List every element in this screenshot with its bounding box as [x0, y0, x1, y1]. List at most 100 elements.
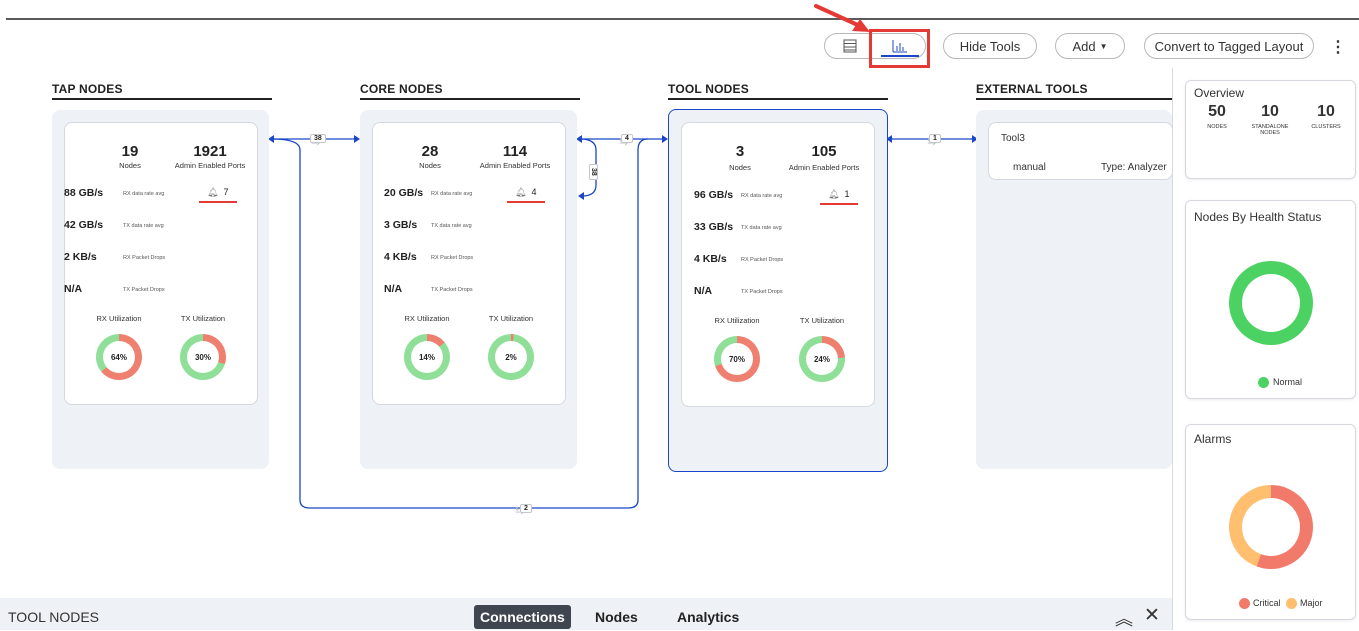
tab-analytics[interactable]: Analytics: [677, 605, 739, 629]
ports-count: 114: [502, 143, 528, 160]
nodes-label: Nodes: [119, 161, 141, 170]
overview-standalone-value: 10: [1261, 103, 1279, 120]
tx-util-value: 2%: [495, 341, 527, 373]
rx-util-label: RX Utilization: [714, 316, 760, 325]
edge-count-badge: 38: [310, 134, 326, 143]
side-panel-divider: [1172, 68, 1173, 630]
overview-card: Overview 50 NODES 10 STANDALONE NODES 10…: [1185, 80, 1356, 179]
bell-icon: 🔔︎: [207, 187, 219, 197]
tx-rate-value: 33 GB/s: [694, 221, 734, 233]
health-donut-hole: [1242, 274, 1300, 332]
nodes-count: 19: [121, 143, 139, 160]
nodes-count: 3: [735, 143, 745, 160]
alarm-count[interactable]: 🔔︎ 7: [207, 187, 228, 198]
ports-label: Admin Enabled Ports: [479, 161, 551, 170]
tool-nodes-card[interactable]: 3 Nodes 105 Admin Enabled Ports 96 GB/s …: [681, 122, 875, 407]
rx-rate-label: RX data rate avg: [431, 191, 473, 197]
tx-util-donut: 2%: [488, 334, 534, 380]
nodes-count: 28: [421, 143, 439, 160]
edge-count-badge: 1: [929, 134, 941, 143]
tab-connections[interactable]: Connections: [474, 605, 571, 629]
alarm-value: 7: [223, 187, 229, 197]
core-nodes-card[interactable]: 28 Nodes 114 Admin Enabled Ports 20 GB/s…: [372, 122, 566, 405]
tx-drops-value: N/A: [694, 285, 713, 297]
rx-rate-label: RX data rate avg: [123, 191, 165, 197]
alarms-title: Alarms: [1194, 432, 1232, 446]
tx-util-label: TX Utilization: [799, 316, 845, 325]
expand-up-icon[interactable]: ︽: [1115, 605, 1133, 631]
rx-rate-value: 20 GB/s: [384, 187, 424, 199]
rx-util-label: RX Utilization: [404, 314, 450, 323]
tx-drops-value: N/A: [64, 283, 83, 295]
alarm-value: 1: [844, 189, 850, 199]
alarm-count[interactable]: 🔔︎ 4: [515, 187, 536, 198]
tx-rate-label: TX data rate avg: [123, 223, 164, 229]
rx-util-value: 70%: [721, 343, 753, 375]
rx-rate-label: RX data rate avg: [741, 193, 783, 199]
drawer-title: TOOL NODES: [8, 609, 100, 625]
overview-title: Overview: [1194, 86, 1245, 100]
overview-nodes-label: NODES: [1207, 124, 1227, 130]
edge-count-badge: 38: [589, 164, 598, 180]
legend-normal: Normal: [1273, 377, 1303, 387]
rx-util-donut: 14%: [404, 334, 450, 380]
tx-drops-label: TX Packet Drops: [741, 289, 783, 295]
legend-dot-major: [1286, 598, 1297, 609]
more-options-icon[interactable]: ⋮: [1330, 37, 1346, 57]
tx-rate-label: TX data rate avg: [741, 225, 782, 231]
bell-icon: 🔔︎: [515, 187, 527, 197]
rx-drops-label: RX Packet Drops: [431, 255, 474, 261]
bottom-drawer-bar: [0, 598, 1172, 630]
external-tool-type: Type: Analyzer: [1101, 162, 1167, 173]
external-tool-card[interactable]: Tool3 manual Type: Analyzer: [988, 122, 1173, 180]
tx-drops-label: TX Packet Drops: [431, 287, 473, 293]
alarm-value: 4: [531, 187, 537, 197]
alarm-count[interactable]: 🔔︎ 1: [828, 189, 849, 200]
ports-label: Admin Enabled Ports: [788, 163, 860, 172]
tx-util-label: TX Utilization: [488, 314, 534, 323]
health-card: Nodes By Health Status Normal: [1185, 200, 1356, 399]
rx-rate-value: 88 GB/s: [64, 187, 104, 199]
alarm-underline: [199, 201, 237, 203]
rx-util-donut: 70%: [714, 336, 760, 382]
legend-dot-critical: [1239, 598, 1250, 609]
overview-nodes-value: 50: [1208, 103, 1226, 120]
rx-util-label: RX Utilization: [96, 314, 142, 323]
rx-util-donut: 64%: [96, 334, 142, 380]
health-donut: [1229, 261, 1313, 345]
ports-label: Admin Enabled Ports: [174, 161, 246, 170]
legend-major: Major: [1300, 598, 1323, 608]
edge-count-badge: 4: [621, 134, 633, 143]
alarms-card: Alarms Critical Major: [1185, 424, 1356, 620]
health-title: Nodes By Health Status: [1194, 210, 1322, 224]
tx-util-donut: 30%: [180, 334, 226, 380]
ports-count: 1921: [193, 143, 227, 160]
overview-clusters-value: 10: [1317, 103, 1335, 120]
tx-rate-value: 42 GB/s: [64, 219, 104, 231]
external-tool-name: Tool3: [1001, 133, 1025, 144]
legend-dot-normal: [1258, 377, 1269, 388]
tap-nodes-card[interactable]: 19 Nodes 1921 Admin Enabled Ports 88 GB/…: [64, 122, 258, 405]
rx-drops-value: 2 KB/s: [64, 251, 97, 263]
nodes-label: Nodes: [729, 163, 751, 172]
alarm-underline: [820, 203, 858, 205]
tx-rate-value: 3 GB/s: [384, 219, 418, 231]
alarm-underline: [507, 201, 545, 203]
rx-drops-label: RX Packet Drops: [741, 257, 784, 263]
rx-drops-value: 4 KB/s: [694, 253, 727, 265]
rx-util-value: 64%: [103, 341, 135, 373]
nodes-label: Nodes: [419, 161, 441, 170]
tx-util-donut: 24%: [799, 336, 845, 382]
tx-drops-label: TX Packet Drops: [123, 287, 165, 293]
tab-nodes[interactable]: Nodes: [595, 605, 638, 629]
tx-util-label: TX Utilization: [180, 314, 226, 323]
rx-drops-value: 4 KB/s: [384, 251, 417, 263]
tx-drops-value: N/A: [384, 283, 403, 295]
rx-util-value: 14%: [411, 341, 443, 373]
arrowhead-icon: [578, 192, 584, 200]
close-icon[interactable]: ✕: [1144, 604, 1160, 627]
alarms-donut: [1229, 485, 1313, 569]
legend-critical: Critical: [1253, 598, 1281, 608]
rx-rate-value: 96 GB/s: [694, 189, 734, 201]
alarms-donut-hole: [1242, 498, 1300, 556]
